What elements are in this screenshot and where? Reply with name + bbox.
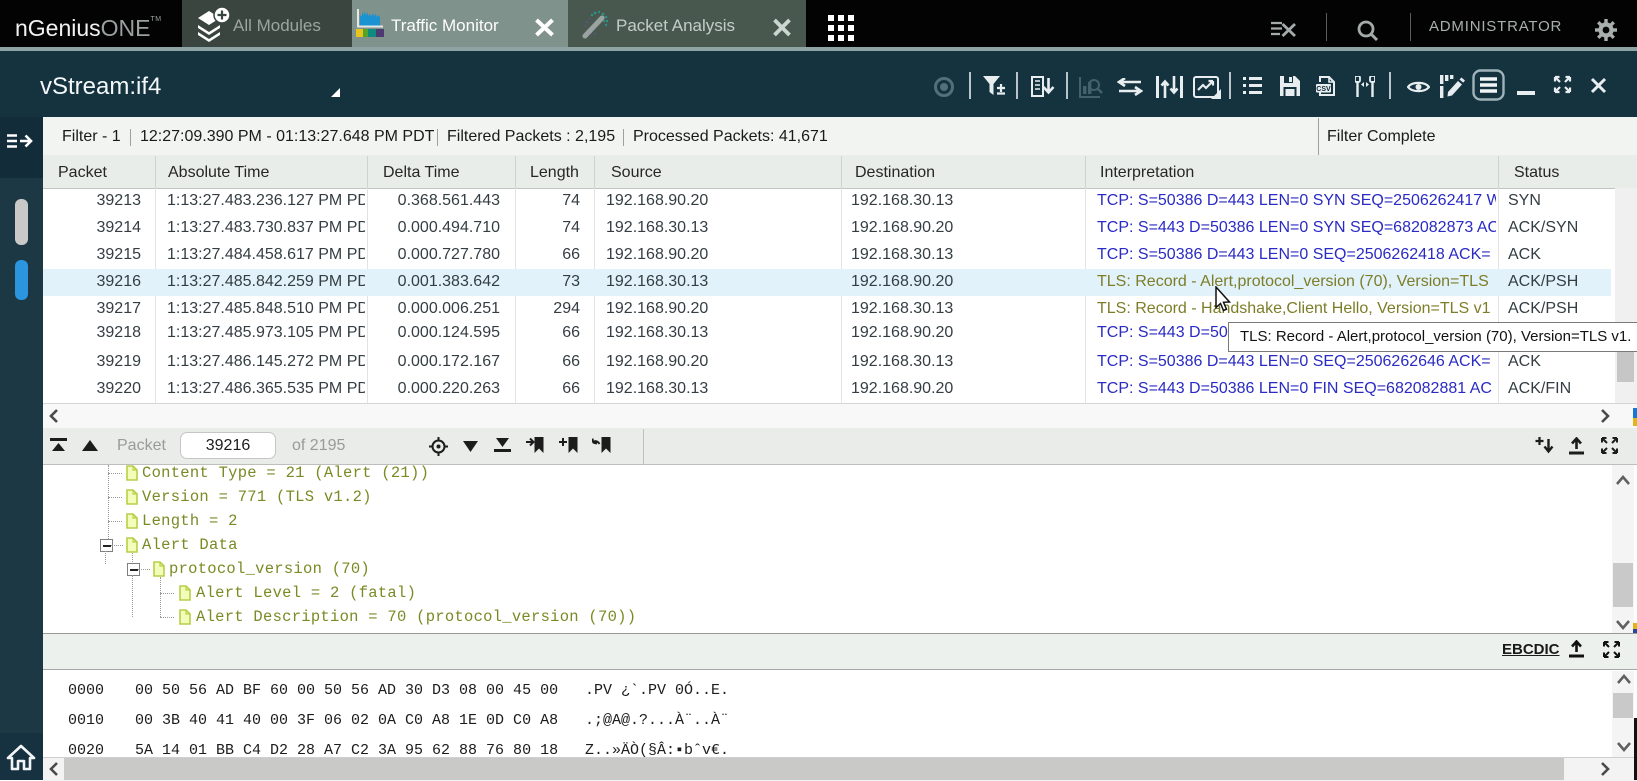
svg-text:CSV: CSV [1316, 86, 1331, 93]
